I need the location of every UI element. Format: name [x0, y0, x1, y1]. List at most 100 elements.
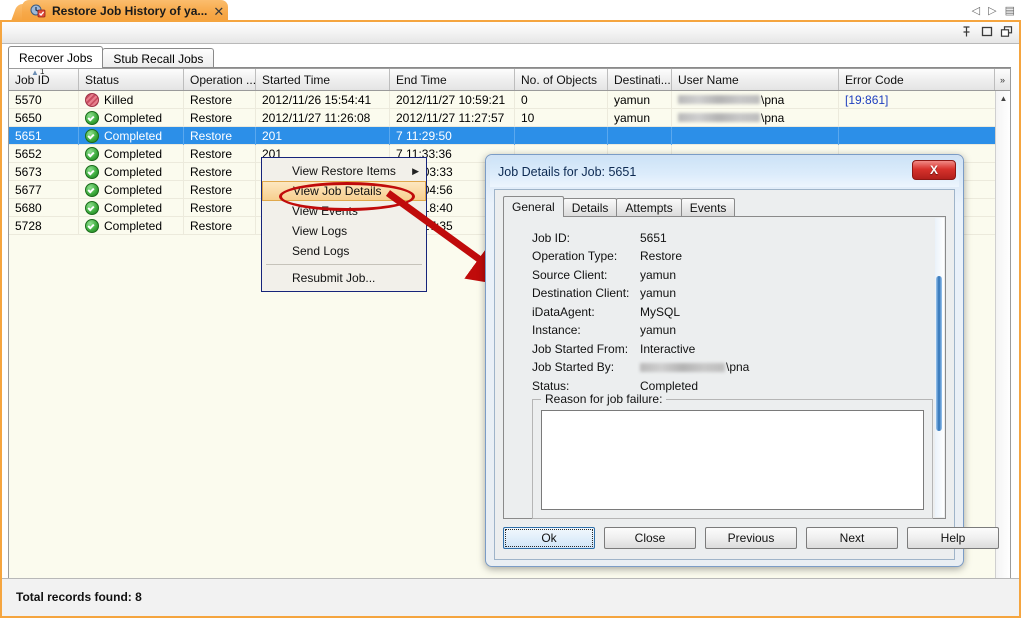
job-detail-row: Operation Type:Restore [532, 248, 682, 265]
table-row[interactable]: 5570KilledRestore2012/11/26 15:54:412012… [9, 91, 1010, 109]
column-header-user-name[interactable]: User Name [672, 69, 839, 90]
previous-button[interactable]: Previous [705, 527, 797, 549]
cell-status: Completed [79, 127, 184, 145]
table-row[interactable]: 5650CompletedRestore2012/11/27 11:26:082… [9, 109, 1010, 127]
job-details-tab-events[interactable]: Events [681, 198, 736, 217]
cell-operation: Restore [184, 181, 256, 199]
menu-item-view-events[interactable]: View Events [262, 201, 426, 221]
nav-forward-icon[interactable]: ▷ [988, 6, 996, 17]
column-header-operation[interactable]: Operation ... [184, 69, 256, 90]
job-detail-row: Destination Client:yamun [532, 285, 676, 302]
jobs-table-vertical-scrollbar[interactable]: ▲ [995, 91, 1010, 579]
column-header-label: Started Time [262, 73, 330, 87]
job-details-tab-label: General [512, 200, 555, 214]
job-detail-label: Job Started By: [532, 360, 640, 374]
job-detail-value: MySQL [640, 305, 680, 319]
menu-item-label: Send Logs [292, 244, 349, 258]
job-type-tab-label: Stub Recall Jobs [113, 52, 203, 66]
user-name-suffix: \pna [761, 93, 784, 107]
cell-status: Completed [79, 181, 184, 199]
document-tab-label: Restore Job History of ya... [52, 4, 207, 18]
menu-item-view-logs[interactable]: View Logs [262, 221, 426, 241]
job-details-tab-details[interactable]: Details [563, 198, 618, 217]
column-header-started-time[interactable]: Started Time [256, 69, 390, 90]
jobs-table-header: ▲1Job IDStatusOperation ... Started Time E… [9, 69, 1010, 91]
redacted-user-name [678, 113, 760, 122]
restore-down-icon[interactable] [1000, 25, 1013, 38]
job-detail-label: iDataAgent: [532, 305, 640, 319]
sort-ascending-icon: ▲ [31, 69, 39, 77]
job-type-tab-recover-jobs[interactable]: Recover Jobs [8, 46, 103, 68]
job-details-dialog: Job Details for Job: 5651 X General Detai… [485, 154, 964, 567]
button-label: Next [840, 531, 865, 545]
close-button[interactable]: Close [604, 527, 696, 549]
completed-icon [85, 201, 99, 215]
ok-button[interactable]: Ok [503, 527, 595, 549]
column-header-error-code[interactable]: Error Code [839, 69, 997, 90]
document-tab-restore-job-history[interactable]: Restore Job History of ya... ✕ [22, 0, 228, 22]
job-details-tab-attempts[interactable]: Attempts [616, 198, 681, 217]
column-header-status[interactable]: Status [79, 69, 184, 90]
job-details-tab-general[interactable]: General [503, 196, 564, 217]
close-icon[interactable]: ✕ [213, 5, 224, 18]
command-bar [2, 22, 1019, 44]
job-detail-row: Job Started From:Interactive [532, 340, 695, 357]
maximize-icon[interactable] [980, 25, 993, 38]
cell-user-name: \pna [672, 109, 839, 127]
next-button[interactable]: Next [806, 527, 898, 549]
cell-objects [515, 127, 608, 145]
cell-user-name: \pna [672, 91, 839, 109]
menu-item-send-logs[interactable]: Send Logs [262, 241, 426, 261]
dialog-close-button[interactable]: X [912, 160, 956, 180]
cell-operation: Restore [184, 127, 256, 145]
cell-operation: Restore [184, 109, 256, 127]
job-details-scroll-thumb[interactable] [936, 276, 942, 431]
nav-back-icon[interactable]: ◁ [972, 6, 980, 17]
cell-status: Completed [79, 109, 184, 127]
column-chooser-icon[interactable]: » [994, 69, 1010, 90]
pin-icon[interactable] [960, 25, 973, 38]
column-header-end-time[interactable]: End Time [390, 69, 515, 90]
column-header-label: User Name [678, 73, 739, 87]
button-label: Close [635, 531, 666, 545]
column-header-no-of-objects[interactable]: No. of Objects [515, 69, 608, 90]
job-detail-label: Operation Type: [532, 249, 640, 263]
menu-item-view-job-details[interactable]: View Job Details [262, 181, 426, 201]
cell-objects: 10 [515, 109, 608, 127]
error-code-link[interactable]: [19:861] [845, 93, 888, 107]
job-detail-label: Job ID: [532, 231, 640, 245]
help-button[interactable]: Help [907, 527, 999, 549]
cell-started-time: 2012/11/26 15:54:41 [256, 91, 390, 109]
sort-order-index: 1 [40, 69, 44, 76]
button-label: Ok [541, 531, 556, 545]
menu-item-view-restore-items[interactable]: View Restore Items▶ [262, 161, 426, 181]
menu-item-label: View Logs [292, 224, 347, 238]
menu-item-label: View Job Details [293, 184, 382, 198]
tab-list-icon[interactable]: ▤ [1005, 6, 1015, 17]
column-header-destinati[interactable]: Destinati... [608, 69, 672, 90]
job-details-button-row: OkClosePreviousNextHelp [503, 523, 946, 553]
job-details-title-bar[interactable]: Job Details for Job: 5651 X [490, 159, 959, 187]
column-header-label: End Time [396, 73, 447, 87]
job-detail-value: \pna [640, 360, 749, 374]
cell-destination: yamun [608, 109, 672, 127]
window-navigation-icons: ◁ ▷ ▤ [972, 2, 1015, 20]
completed-icon [85, 147, 99, 161]
column-header-job-id[interactable]: ▲1Job ID [9, 69, 79, 90]
redacted-value [640, 363, 725, 372]
table-row[interactable]: 5651CompletedRestore2017 11:29:50 [9, 127, 1010, 145]
reason-for-job-failure-textarea[interactable] [541, 410, 924, 510]
job-detail-value: yamun [640, 268, 676, 282]
status-label: Completed [104, 201, 162, 215]
menu-item-resubmit-job[interactable]: Resubmit Job... [262, 268, 426, 288]
column-header-label: Destinati... [614, 73, 671, 87]
job-type-tab-stub-recall-jobs[interactable]: Stub Recall Jobs [102, 48, 214, 68]
column-header-label: No. of Objects [521, 73, 597, 87]
cell-status: Killed [79, 91, 184, 109]
cell-end-time: 2012/11/27 10:59:21 [390, 91, 515, 109]
status-label: Completed [104, 165, 162, 179]
cell-error-code [839, 127, 997, 145]
job-details-vertical-scrollbar[interactable] [935, 218, 944, 517]
scroll-up-icon[interactable]: ▲ [996, 91, 1011, 105]
completed-icon [85, 129, 99, 143]
